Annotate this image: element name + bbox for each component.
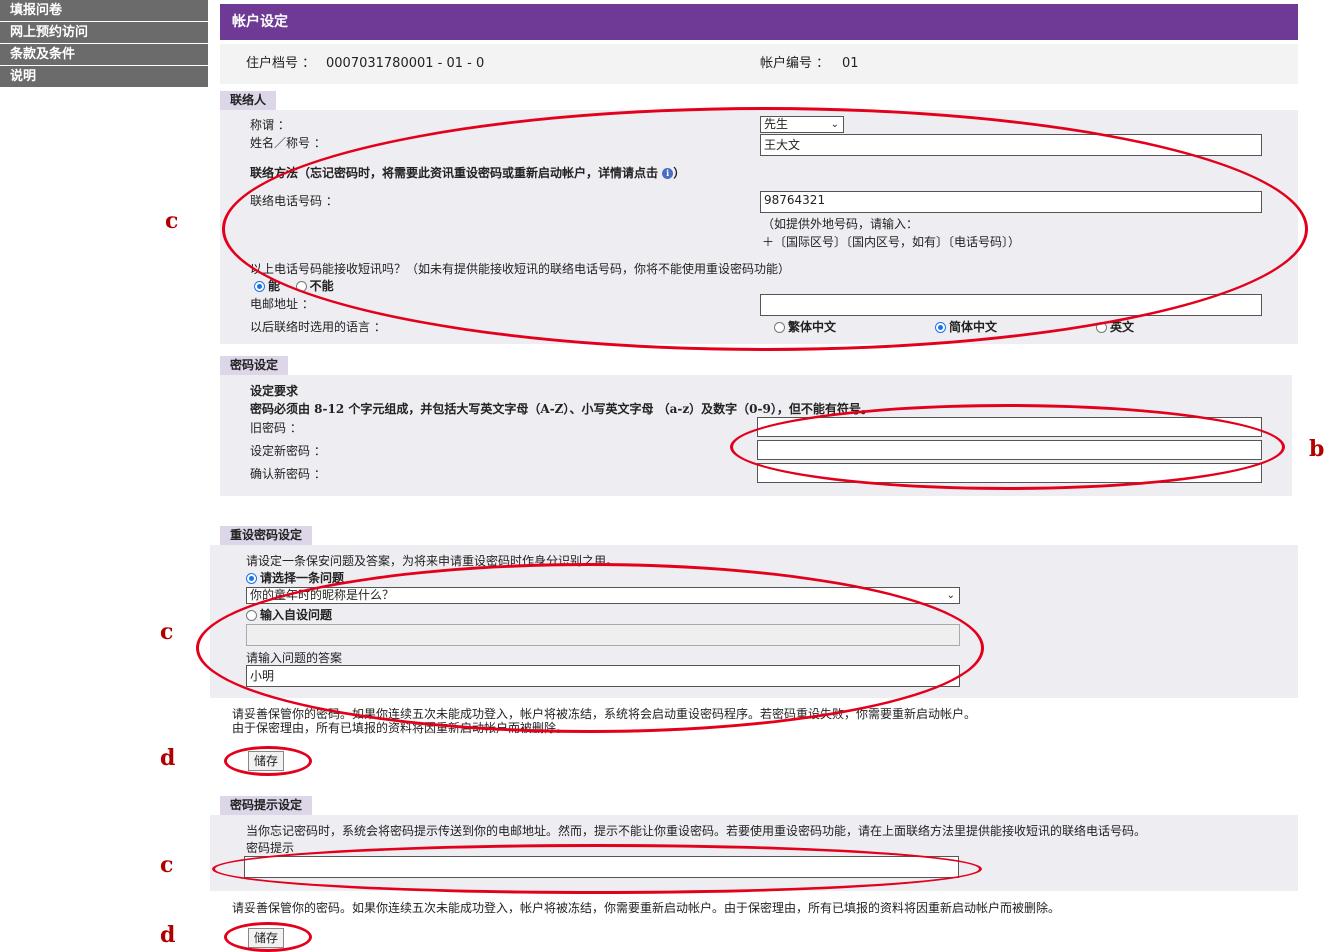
confirm-password-label: 确认新密码 ： — [250, 467, 326, 481]
password-section-title: 密码设定 — [220, 356, 289, 375]
language-label: 以后联络时选用的语言 ： — [250, 320, 386, 334]
annotation-ellipse-hint — [212, 844, 982, 894]
hint-note: 请妥善保管你的密码。如果你连续五次未能成功登入，帐户将被冻结，你需要重新启动帐户… — [232, 901, 1061, 915]
old-password-label: 旧密码 ： — [250, 421, 302, 435]
password-req-text: 密码必须由 8-12 个字元组成，并包括大写英文字母（A-Z）、小写英文字母 （… — [250, 402, 873, 416]
reset-section-title: 重设密码设定 — [220, 526, 313, 545]
sms-yes-radio[interactable] — [254, 281, 265, 292]
sidebar-item-questionnaire[interactable]: 填报问卷 — [0, 0, 208, 21]
sidebar: 填报问卷 网上预约访问 条款及条件 说明 — [0, 0, 208, 88]
hint-section-title: 密码提示设定 — [220, 796, 313, 815]
account-info-bar: 住户档号 ： 0007031780001 - 01 - 0 帐户编号 ： 01 — [220, 44, 1298, 84]
sidebar-item-help[interactable]: 说明 — [0, 66, 208, 87]
name-label: 姓名／称号 ： — [250, 136, 326, 150]
new-password-label: 设定新密码 ： — [250, 444, 326, 458]
annotation-ellipse-contact — [222, 107, 1308, 351]
sidebar-item-terms[interactable]: 条款及条件 — [0, 44, 208, 65]
contact-section-title: 联络人 — [220, 91, 277, 110]
household-label: 住户档号 ： — [246, 56, 316, 71]
password-req-title: 设定要求 — [250, 384, 299, 398]
annotation-label-d: d — [160, 745, 176, 771]
account-number-value: 01 — [842, 56, 859, 71]
annotation-label-b: b — [1309, 436, 1325, 462]
household-value: 0007031780001 - 01 - 0 — [326, 56, 485, 71]
hint-intro: 当你忘记密码时，系统会将密码提示传送到你的电邮地址。然而，提示不能让你重设密码。… — [246, 824, 1147, 838]
annotation-ellipse-password — [730, 404, 1285, 490]
annotation-label-d: d — [160, 922, 176, 948]
chevron-down-icon: ⌄ — [946, 590, 955, 601]
annotation-label-c: c — [160, 619, 174, 645]
email-label: 电邮地址 ： — [250, 297, 314, 311]
salutation-label: 称谓 ： — [250, 118, 290, 132]
account-number-label: 帐户编号 ： — [760, 56, 830, 71]
page-title: 帐户设定 — [220, 4, 1298, 40]
choose-question-radio[interactable] — [246, 573, 257, 584]
annotation-label-c: c — [165, 208, 179, 234]
annotation-ellipse-hint-save — [224, 922, 312, 952]
annotation-ellipse-reset — [196, 563, 984, 733]
annotation-label-c: c — [160, 852, 174, 878]
annotation-ellipse-save — [224, 746, 312, 776]
sidebar-item-appointment[interactable]: 网上预约访问 — [0, 22, 208, 43]
